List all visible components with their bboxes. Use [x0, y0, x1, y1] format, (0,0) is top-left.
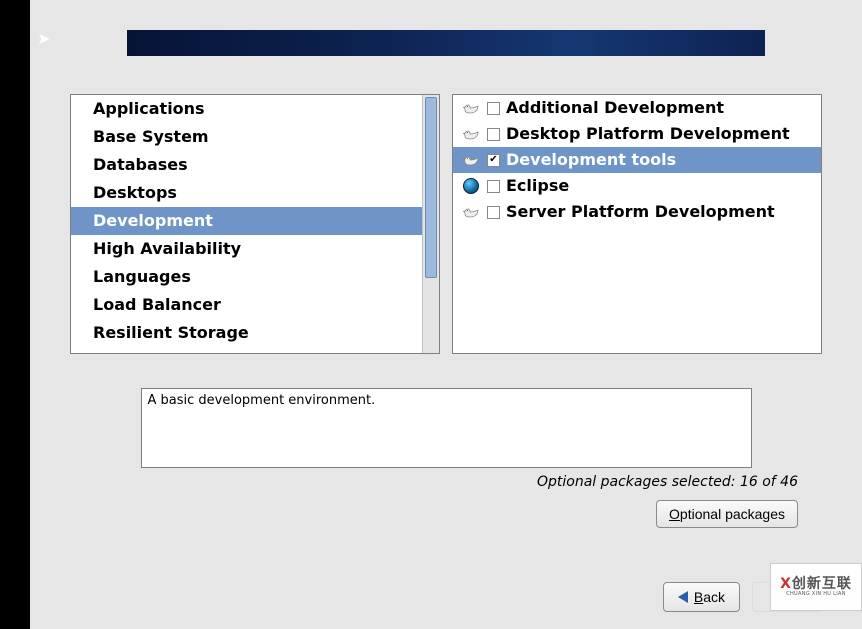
arrow-left-icon [678, 591, 688, 603]
category-scrollbar[interactable] [422, 95, 439, 353]
watermark-line1: 创新互联 [792, 576, 852, 592]
package-panel: Additional Development Desktop Platform D… [452, 94, 822, 354]
status-text: Optional packages selected: 16 of 46 [70, 474, 798, 490]
package-item[interactable]: Desktop Platform Development [453, 121, 821, 147]
optional-packages-button[interactable]: Optional packages [656, 500, 798, 528]
package-checkbox[interactable] [487, 102, 500, 115]
package-label: Eclipse [506, 176, 569, 196]
optional-packages-label: Optional packages [669, 506, 785, 522]
back-label: Back [694, 589, 725, 605]
package-group-icon [461, 126, 481, 142]
package-checkbox[interactable] [487, 154, 500, 167]
description-text: A basic development environment. [148, 393, 376, 408]
category-item[interactable]: Load Balancer [71, 291, 422, 319]
installer-window: ApplicationsBase SystemDatabasesDesktops… [30, 0, 862, 629]
package-list[interactable]: Additional Development Desktop Platform D… [453, 95, 821, 353]
scroll-thumb[interactable] [425, 97, 437, 278]
package-group-icon [461, 204, 481, 220]
category-item[interactable]: Desktops [71, 179, 422, 207]
category-panel: ApplicationsBase SystemDatabasesDesktops… [70, 94, 440, 354]
category-item[interactable]: High Availability [71, 235, 422, 263]
package-checkbox[interactable] [487, 128, 500, 141]
category-list[interactable]: ApplicationsBase SystemDatabasesDesktops… [71, 95, 422, 353]
package-label: Desktop Platform Development [506, 124, 790, 144]
package-item[interactable]: Additional Development [453, 95, 821, 121]
category-item[interactable]: Languages [71, 263, 422, 291]
category-item[interactable]: Databases [71, 151, 422, 179]
category-item[interactable]: Scalable Filesystem Support [71, 347, 422, 353]
package-label: Additional Development [506, 98, 724, 118]
header-banner [127, 30, 765, 56]
watermark: X创新互联 CHUANG XIN HU LIAN [770, 563, 862, 611]
package-item[interactable]: Development tools [453, 147, 821, 173]
package-group-icon [461, 152, 481, 168]
globe-icon [461, 178, 481, 194]
back-button[interactable]: Back [663, 582, 740, 612]
optional-row: Optional packages [70, 500, 798, 528]
selection-panels: ApplicationsBase SystemDatabasesDesktops… [70, 94, 822, 354]
watermark-line2: CHUANG XIN HU LIAN [780, 592, 852, 598]
package-item[interactable]: Eclipse [453, 173, 821, 199]
description-box: A basic development environment. [141, 388, 752, 468]
nav-row: Back [70, 582, 822, 612]
package-label: Development tools [506, 150, 676, 170]
package-checkbox[interactable] [487, 206, 500, 219]
package-group-icon [461, 100, 481, 116]
category-item[interactable]: Resilient Storage [71, 319, 422, 347]
category-item[interactable]: Base System [71, 123, 422, 151]
category-item[interactable]: Development [71, 207, 422, 235]
package-item[interactable]: Server Platform Development [453, 199, 821, 225]
category-item[interactable]: Applications [71, 95, 422, 123]
package-checkbox[interactable] [487, 180, 500, 193]
package-label: Server Platform Development [506, 202, 775, 222]
